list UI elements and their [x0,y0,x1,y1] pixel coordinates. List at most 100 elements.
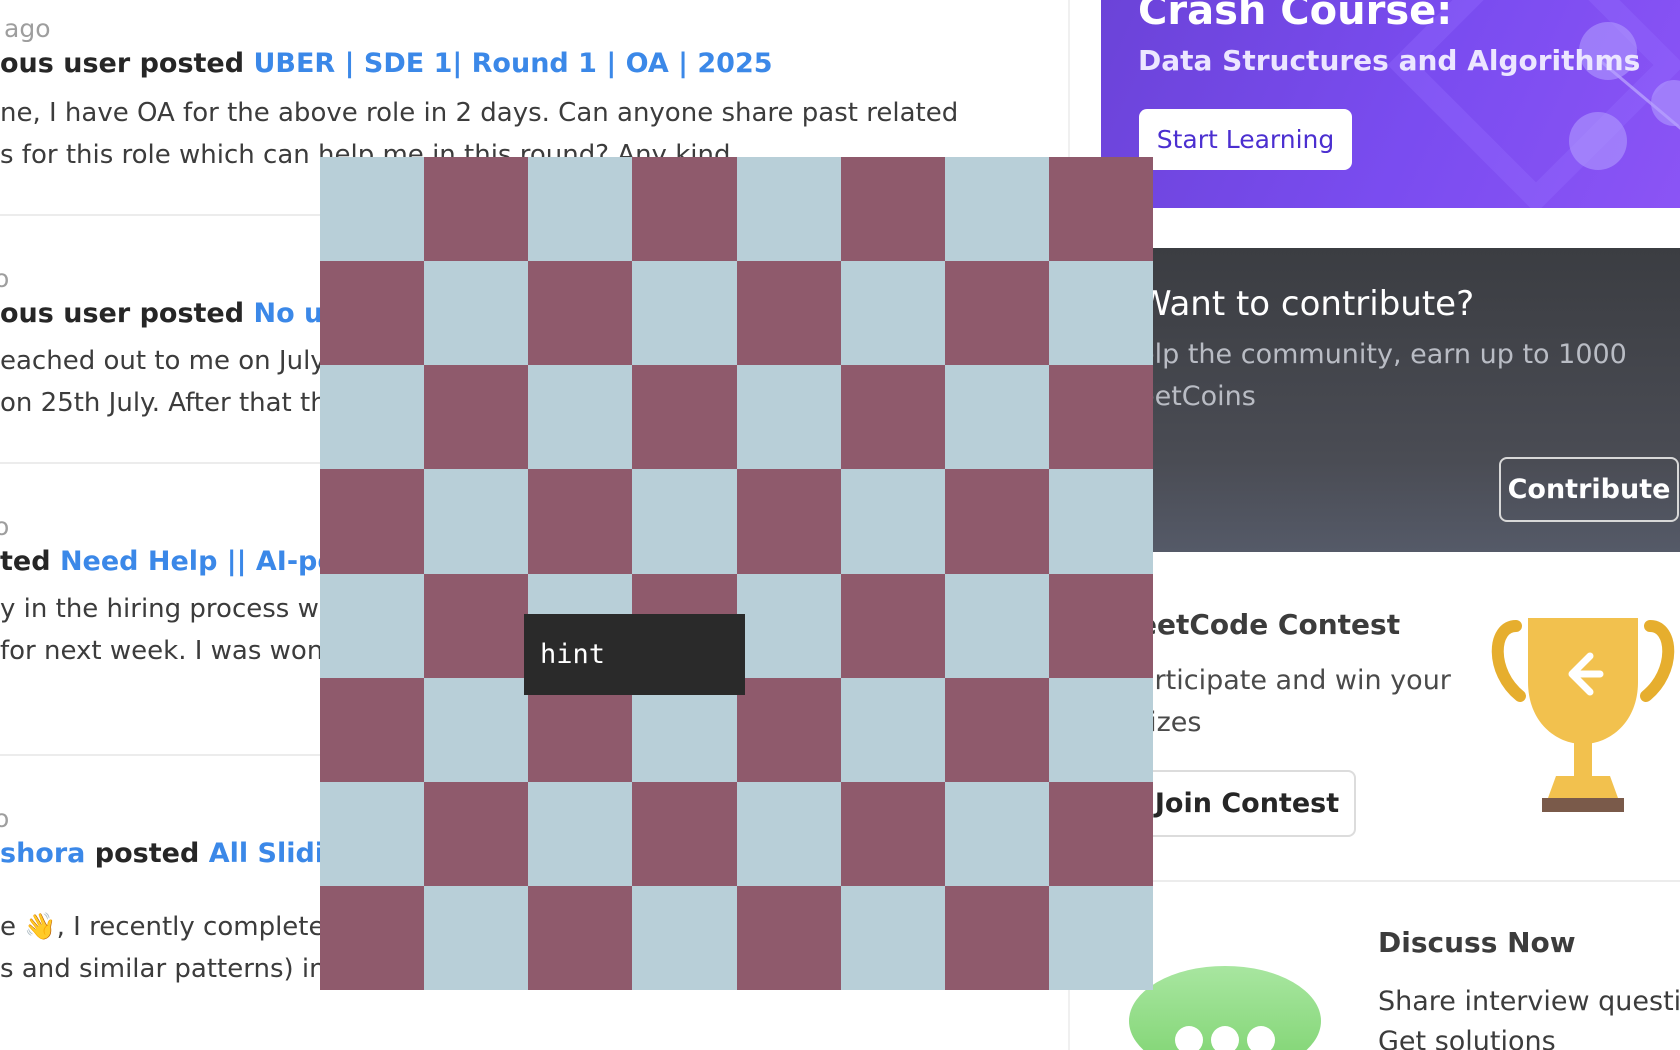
board-square[interactable] [320,261,425,366]
board-square[interactable] [1048,885,1153,990]
board-square[interactable] [1048,677,1153,782]
board-square[interactable] [840,157,945,262]
board-square[interactable] [424,677,529,782]
board-square[interactable] [944,781,1049,886]
board-square[interactable] [320,677,425,782]
board-square[interactable] [1048,261,1153,366]
board-square[interactable] [944,677,1049,782]
board-square[interactable] [736,573,841,678]
board-square[interactable] [424,573,529,678]
checkerboard-overlay[interactable] [320,157,1153,990]
post-timestamp: o [0,804,10,833]
board-square[interactable] [944,469,1049,574]
board-square[interactable] [1048,573,1153,678]
hint-label[interactable]: hint [524,614,745,695]
trophy-icon [1491,618,1675,812]
post-excerpt-line: ne, I have OA for the above role in 2 da… [0,98,959,128]
board-square[interactable] [1048,157,1153,262]
board-square[interactable] [632,469,737,574]
board-square[interactable] [528,261,633,366]
board-square[interactable] [840,677,945,782]
crash-course-banner[interactable]: Crash Course: Data Structures and Algori… [1101,0,1680,208]
contest-description: articipate and win your rizes [1138,665,1451,738]
board-square[interactable] [528,157,633,262]
board-square[interactable] [840,365,945,470]
board-square[interactable] [944,885,1049,990]
board-square[interactable] [424,885,529,990]
contribute-heading: Want to contribute? [1138,284,1475,324]
post-verb: ted [0,546,51,577]
board-square[interactable] [320,781,425,886]
chat-dot [1175,1026,1203,1050]
post-author[interactable]: ous user [0,298,130,329]
board-square[interactable] [632,157,737,262]
board-square[interactable] [528,781,633,886]
page: ago ous user posted UBER | SDE 1| Round … [0,0,1680,1050]
start-learning-button[interactable]: Start Learning [1139,109,1352,170]
post-excerpt: eached out to me on July on 25th July. A… [0,340,327,424]
board-square[interactable] [944,573,1049,678]
chat-dot [1211,1026,1239,1050]
board-square[interactable] [424,157,529,262]
banner-subtitle: Data Structures and Algorithms [1138,44,1641,77]
board-square[interactable] [424,469,529,574]
chat-dot [1247,1026,1275,1050]
board-square[interactable] [632,885,737,990]
board-square[interactable] [632,781,737,886]
board-square[interactable] [736,781,841,886]
board-square[interactable] [1048,781,1153,886]
board-square[interactable] [944,365,1049,470]
post-verb: posted [94,838,200,869]
discuss-line: Get solutions [1378,1026,1556,1050]
board-square[interactable] [1048,365,1153,470]
board-square[interactable] [840,573,945,678]
discuss-heading: Discuss Now [1378,926,1576,959]
post-verb: posted [139,298,245,329]
contest-heading: eetCode Contest [1138,608,1401,641]
post-headline: ous user posted UBER | SDE 1| Round 1 | … [0,48,773,79]
discuss-line: Share interview questio [1378,986,1680,1017]
board-square[interactable] [840,885,945,990]
post-excerpt-line: s and similar patterns) in [0,954,326,984]
board-square[interactable] [736,261,841,366]
post-excerpt: e 👋, I recently complete s and similar p… [0,906,326,990]
board-square[interactable] [736,885,841,990]
board-square[interactable] [528,365,633,470]
board-square[interactable] [736,469,841,574]
board-square[interactable] [320,469,425,574]
post-title-link[interactable]: UBER | SDE 1| Round 1 | OA | 2025 [253,48,772,79]
board-square[interactable] [944,261,1049,366]
contribute-description: elp the community, earn up to 1000 eetCo… [1138,339,1627,412]
board-square[interactable] [424,261,529,366]
join-contest-button[interactable]: Join Contest [1138,770,1356,837]
board-square[interactable] [944,157,1049,262]
board-square[interactable] [632,365,737,470]
board-square[interactable] [736,365,841,470]
board-square[interactable] [840,261,945,366]
board-square[interactable] [632,261,737,366]
board-square[interactable] [840,781,945,886]
board-square[interactable] [528,885,633,990]
post-excerpt-line: e 👋, I recently complete [0,912,325,942]
post-excerpt-line: y in the hiring process wi [0,594,327,624]
post-author[interactable]: shora [0,838,85,869]
board-square[interactable] [1048,469,1153,574]
banner-decoration [1569,112,1627,170]
board-square[interactable] [320,573,425,678]
board-square[interactable] [424,781,529,886]
banner-title: Crash Course: [1138,0,1453,34]
board-square[interactable] [320,157,425,262]
contribute-button[interactable]: Contribute [1499,457,1679,522]
post-timestamp: ago [4,14,51,43]
post-excerpt-line: on 25th July. After that th [0,388,327,418]
board-square[interactable] [736,157,841,262]
board-square[interactable] [320,885,425,990]
board-square[interactable] [320,365,425,470]
discuss-card: Discuss Now Share interview questio Get … [1101,890,1680,1050]
contribute-card: Want to contribute? elp the community, e… [1101,248,1680,552]
board-square[interactable] [528,469,633,574]
board-square[interactable] [840,469,945,574]
board-square[interactable] [736,677,841,782]
board-square[interactable] [424,365,529,470]
post-author[interactable]: ous user [0,48,130,79]
